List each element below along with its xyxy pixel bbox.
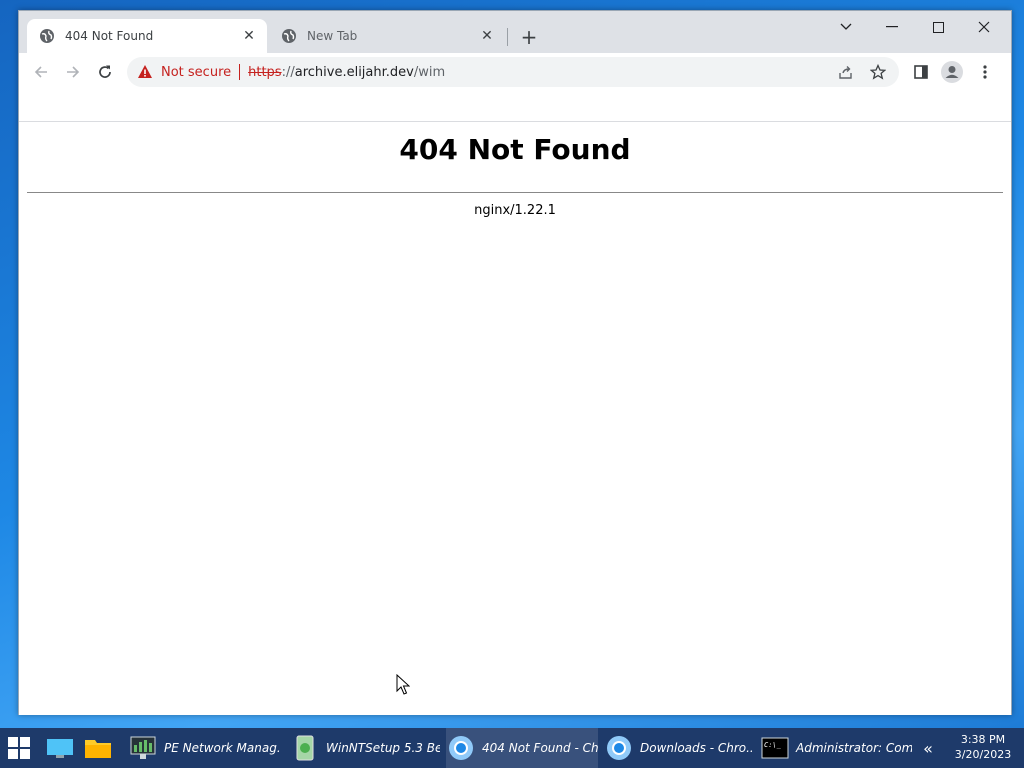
taskbar-item-pe-network-manager[interactable]: PE Network Manag...: [128, 728, 280, 768]
cmd-icon: C:\_: [760, 733, 790, 763]
tab-new-tab[interactable]: New Tab ✕: [269, 19, 505, 53]
close-window-icon[interactable]: [961, 11, 1007, 43]
taskbar-item-404-chrome[interactable]: 404 Not Found - Ch...: [446, 728, 598, 768]
mouse-pointer-icon: [396, 673, 411, 700]
tab-separator: [507, 28, 508, 46]
reload-icon[interactable]: [93, 60, 117, 84]
tab-close-icon[interactable]: ✕: [241, 28, 257, 44]
share-icon[interactable]: [834, 57, 858, 87]
taskbar-item-label: Administrator: Com...: [796, 741, 912, 755]
taskbar-item-downloads-chrome[interactable]: Downloads - Chro...: [604, 728, 752, 768]
winntsetup-icon: [290, 733, 320, 763]
taskbar-item-admin-command-prompt[interactable]: C:\_ Administrator: Com...: [760, 728, 912, 768]
url-path: /wim: [413, 64, 446, 80]
taskbar-item-label: 404 Not Found - Ch...: [482, 741, 598, 755]
back-arrow-icon[interactable]: [29, 60, 53, 84]
browser-toolbar: Not secure https://archive.elijahr.dev/w…: [19, 53, 1011, 91]
tab-search-chevron-icon[interactable]: [823, 11, 869, 43]
taskbar-item-label: PE Network Manag...: [164, 741, 280, 755]
network-manager-icon: [128, 733, 158, 763]
tab-title: 404 Not Found: [65, 29, 154, 43]
url-scheme: https: [248, 64, 282, 80]
globe-icon: [281, 28, 297, 44]
clock-time: 3:38 PM: [960, 733, 1006, 746]
forward-arrow-icon[interactable]: [61, 60, 85, 84]
minimize-icon[interactable]: [869, 11, 915, 43]
tray-chevron-icon[interactable]: «: [918, 728, 938, 768]
warning-icon: [138, 65, 152, 78]
tab-close-icon[interactable]: ✕: [479, 28, 495, 44]
bookmark-star-icon[interactable]: [866, 57, 890, 87]
not-secure-label[interactable]: Not secure: [161, 65, 231, 80]
globe-icon: [39, 28, 55, 44]
svg-text:C:\_: C:\_: [764, 741, 782, 749]
profile-avatar-icon[interactable]: [940, 60, 964, 84]
maximize-icon[interactable]: [915, 11, 961, 43]
kebab-menu-icon[interactable]: [973, 60, 997, 84]
taskbar: PE Network Manag... WinNTSetup 5.3 Be...…: [0, 728, 1024, 768]
page-heading: 404 Not Found: [399, 133, 631, 166]
desktop-icon[interactable]: [44, 728, 76, 768]
chrome-icon: [604, 733, 634, 763]
url-separator: ://: [281, 64, 295, 80]
tab-strip: 404 Not Found ✕ New Tab ✕ +: [19, 11, 1011, 53]
toolbar-spacer: [19, 91, 1011, 122]
tab-404-not-found[interactable]: 404 Not Found ✕: [27, 19, 267, 53]
browser-window: 404 Not Found ✕ New Tab ✕ + Not secure h…: [18, 10, 1012, 715]
system-clock[interactable]: 3:38 PM 3/20/2023: [948, 732, 1018, 762]
file-explorer-icon[interactable]: [82, 728, 114, 768]
new-tab-plus-icon[interactable]: +: [517, 25, 541, 49]
address-bar[interactable]: Not secure https://archive.elijahr.dev/w…: [127, 57, 899, 87]
taskbar-item-winntsetup[interactable]: WinNTSetup 5.3 Be...: [290, 728, 440, 768]
server-signature: nginx/1.22.1: [474, 203, 556, 218]
taskbar-item-label: WinNTSetup 5.3 Be...: [326, 741, 440, 755]
omnibox-divider: [239, 64, 241, 80]
page-content: 404 Not Found nginx/1.22.1: [19, 123, 1011, 715]
tab-title: New Tab: [307, 29, 358, 43]
divider: [27, 192, 1003, 193]
url-host: archive.elijahr.dev: [294, 64, 414, 80]
windows-start-icon[interactable]: [4, 728, 34, 768]
clock-date: 3/20/2023: [954, 748, 1012, 761]
side-panel-icon[interactable]: [909, 60, 933, 84]
taskbar-item-label: Downloads - Chro...: [640, 741, 752, 755]
chrome-icon: [446, 733, 476, 763]
